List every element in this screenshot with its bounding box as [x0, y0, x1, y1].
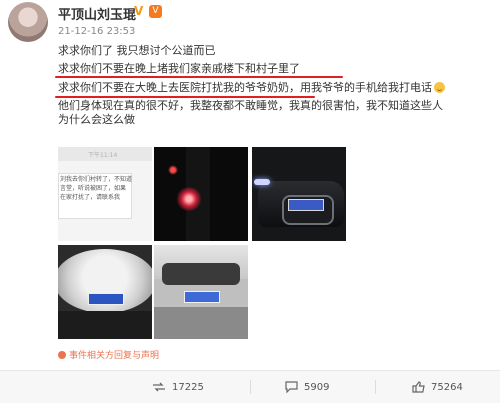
photo-white-car[interactable]	[154, 245, 248, 339]
vip-member-icon[interactable]: V	[149, 5, 162, 18]
divider	[250, 380, 251, 394]
avatar[interactable]	[8, 2, 48, 42]
post-line-3-tail: ，用我爷爷的手机给我打电话	[289, 80, 432, 94]
red-underline	[55, 76, 343, 79]
related-statement-label: 事件相关方回复与声明	[69, 351, 160, 361]
thumbs-up-icon	[412, 381, 425, 393]
red-underline	[55, 95, 315, 98]
car-grill	[162, 263, 240, 285]
screenshot-time: 下午11:14	[88, 152, 118, 159]
license-plate	[88, 293, 124, 305]
divider	[375, 380, 376, 394]
info-icon	[58, 351, 66, 359]
repost-button[interactable]: 17225	[152, 371, 204, 403]
post-line-1: 求求你们了 我只想讨个公道而已	[58, 44, 216, 57]
post-line-3: 求求你们不要在大晚上去医院打扰我的爷爷奶奶，用我爷爷的手机给我打电话	[55, 80, 490, 98]
emoji-icon	[434, 81, 445, 93]
post-line-3-text: 求求你们不要在大晚上去医院打扰我的爷爷奶奶	[58, 80, 289, 94]
dark-ground	[58, 311, 152, 339]
repost-count: 17225	[172, 381, 204, 393]
headlight	[254, 179, 270, 185]
post-line-5: 为什么会这么做	[58, 113, 135, 127]
photo-car-front[interactable]	[252, 147, 346, 241]
red-light	[168, 165, 178, 175]
photo-car-flash[interactable]	[58, 245, 152, 339]
like-button[interactable]: 75264	[412, 371, 463, 403]
license-plate	[184, 291, 220, 303]
action-bar: 17225 5909 75264	[0, 370, 500, 403]
verify-badge-icon: V	[134, 4, 144, 18]
post-header: 平顶山刘玉琨 V V 21-12-16 23:53	[0, 0, 500, 42]
post-timestamp[interactable]: 21-12-16 23:53	[58, 26, 135, 37]
comment-button[interactable]: 5909	[285, 371, 329, 403]
repost-icon	[153, 382, 165, 392]
post-line-4: 他们身体现在真的很不好，我整夜都不敢睡觉，我真的很害怕，我不知道这些人	[58, 98, 443, 112]
username[interactable]: 平顶山刘玉琨	[58, 4, 136, 23]
comment-count: 5909	[304, 381, 330, 393]
red-light-glow	[176, 187, 202, 211]
related-statement-link[interactable]: 事件相关方回复与声明	[58, 348, 159, 361]
ground	[154, 307, 248, 339]
photo-night-door[interactable]	[154, 147, 248, 241]
photo-chat-screenshot[interactable]: 下午11:14 刘我去你们村转了，不知道 言堂，听说被困了，如果 在家打扰了，请…	[58, 147, 152, 241]
like-count: 75264	[431, 381, 463, 393]
license-plate	[288, 199, 324, 211]
chat-text: 刘我去你们村转了，不知道 言堂，听说被困了，如果 在家打扰了，请联系我	[60, 176, 133, 201]
post-line-2: 求求你们不要在晚上堵我们家亲戚楼下和村子里了	[55, 62, 490, 79]
post-line-2-text: 求求你们不要在晚上堵我们家亲戚楼下和村子里了	[58, 62, 300, 76]
comment-icon	[285, 381, 298, 393]
post-text: 求求你们了 我只想讨个公道而已 求求你们不要在晚上堵我们家亲戚楼下和村子里了 求…	[55, 44, 490, 127]
